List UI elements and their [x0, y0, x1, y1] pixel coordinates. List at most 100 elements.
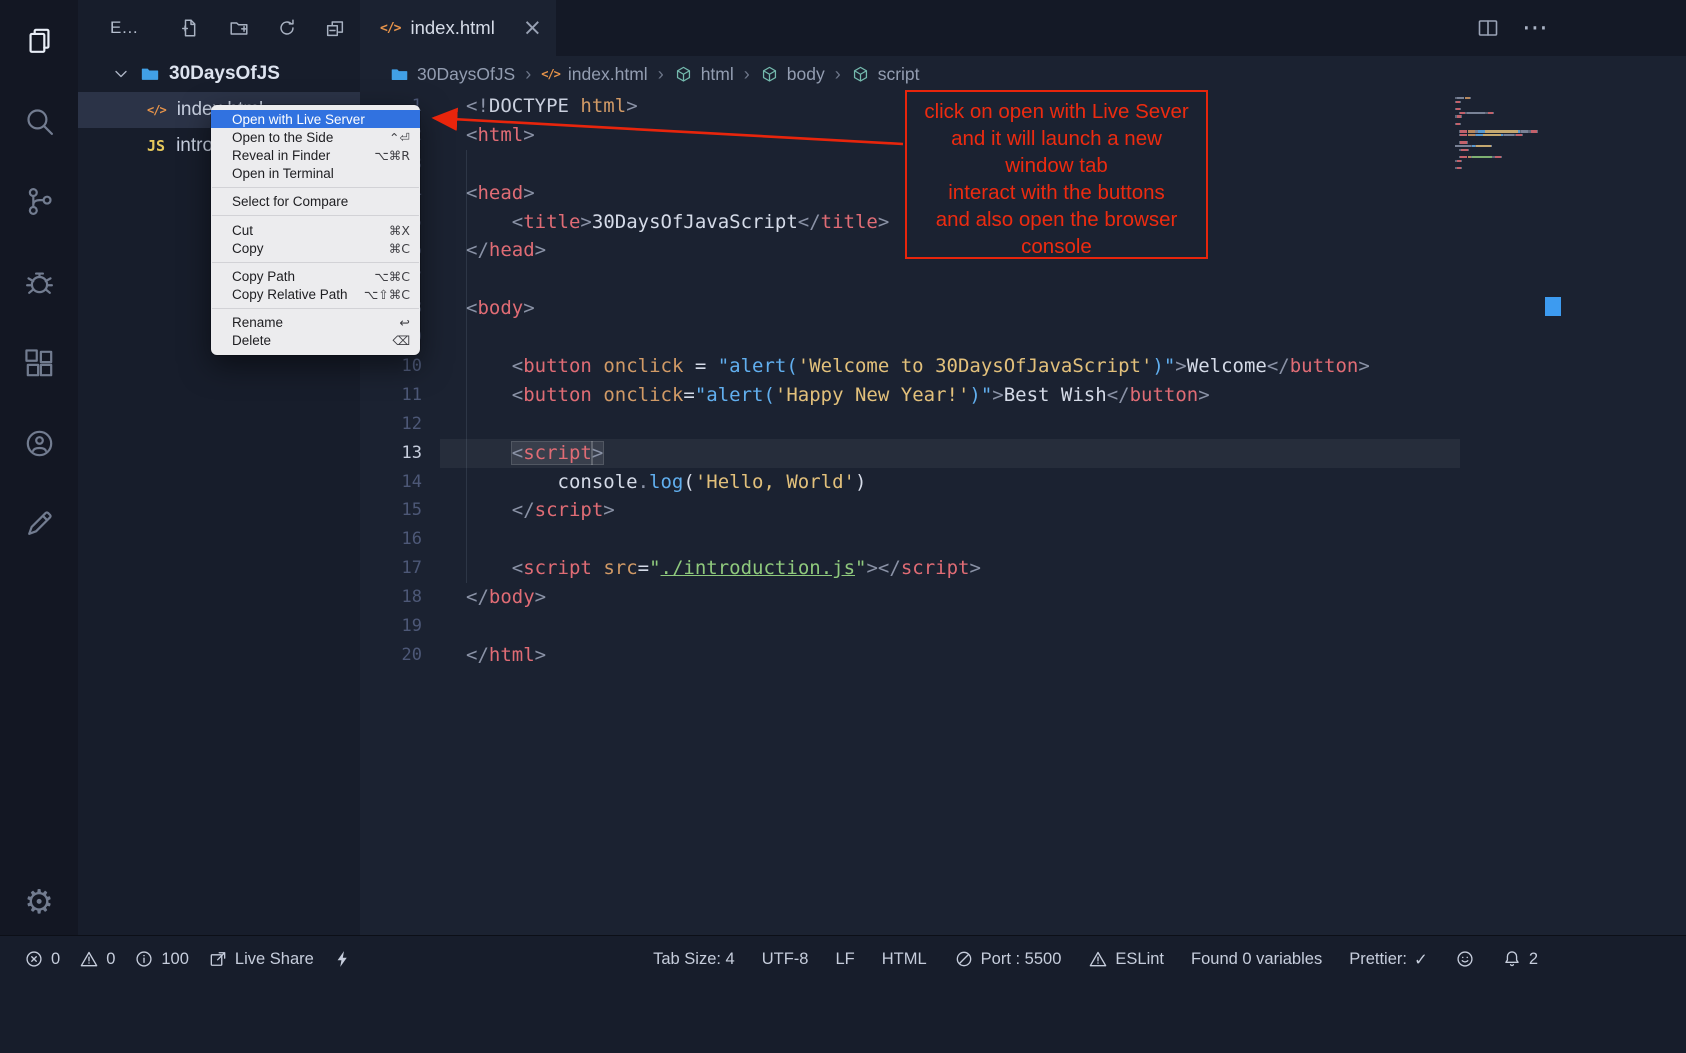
menu-item-label: Rename — [232, 315, 283, 330]
code-line-content[interactable]: </body> — [440, 583, 1460, 612]
menu-item-delete[interactable]: Delete⌫ — [211, 332, 420, 350]
menu-item-shortcut: ⌘X — [389, 223, 410, 238]
more-actions-icon[interactable]: ⋯ — [1522, 23, 1548, 33]
error-icon — [24, 949, 44, 969]
code-line-content[interactable] — [440, 410, 1460, 439]
port-icon — [954, 949, 974, 969]
activity-live-share-icon[interactable] — [20, 424, 58, 462]
line-number: 16 — [360, 525, 440, 554]
folder-icon — [140, 64, 160, 84]
activity-explorer-icon[interactable] — [20, 22, 58, 60]
line-number: 14 — [360, 468, 440, 497]
collapse-folders-icon[interactable] — [324, 17, 346, 39]
new-file-icon[interactable] — [180, 17, 202, 39]
status-smiley[interactable] — [1455, 949, 1475, 969]
status-label: ESLint — [1115, 950, 1164, 969]
menu-item-shortcut: ⌥⌘C — [374, 269, 410, 284]
status-live-share[interactable]: Live Share — [208, 949, 314, 969]
breadcrumb-html[interactable]: html — [674, 64, 734, 85]
context-menu: Open with Live ServerOpen to the Side⌃⏎R… — [211, 105, 420, 355]
menu-separator — [212, 308, 419, 309]
minimap[interactable] — [1455, 97, 1550, 171]
status-100[interactable]: 100 — [134, 949, 189, 969]
html-file-icon: </> — [147, 103, 166, 117]
breadcrumb-separator: › — [835, 64, 841, 85]
annotation-box: click on open with Live Severand it will… — [905, 90, 1208, 259]
status-0[interactable]: 0 — [24, 949, 60, 969]
code-line-content[interactable] — [440, 323, 1460, 352]
menu-item-copy[interactable]: Copy⌘C — [211, 239, 420, 257]
menu-item-open-to-the-side[interactable]: Open to the Side⌃⏎ — [211, 128, 420, 146]
split-editor-icon[interactable] — [1476, 16, 1500, 40]
refresh-explorer-icon[interactable] — [276, 17, 298, 39]
close-icon[interactable]: × — [523, 17, 542, 40]
status-lightning[interactable] — [333, 949, 353, 969]
code-line: 12 — [360, 410, 1686, 439]
status-tab-size-4[interactable]: Tab Size: 4 — [653, 950, 735, 969]
menu-item-copy-path[interactable]: Copy Path⌥⌘C — [211, 267, 420, 285]
status-label: 0 — [51, 950, 60, 969]
menu-item-shortcut: ⌥⇧⌘C — [364, 287, 410, 302]
breadcrumb-30daysofjs[interactable]: 30DaysOfJS — [390, 64, 515, 85]
line-number: 15 — [360, 496, 440, 525]
status-label: Prettier: — [1349, 950, 1407, 969]
code-line-content[interactable] — [440, 525, 1460, 554]
code-line-content[interactable] — [440, 265, 1460, 294]
line-number: 10 — [360, 352, 440, 381]
code-line-content[interactable]: <script src="./introduction.js"></script… — [440, 554, 1460, 583]
menu-item-reveal-in-finder[interactable]: Reveal in Finder⌥⌘R — [211, 146, 420, 164]
code-line-content[interactable]: </script> — [440, 496, 1460, 525]
overview-ruler-marker[interactable] — [1545, 297, 1561, 316]
code-line-content[interactable]: </html> — [440, 641, 1460, 670]
tab-index-html[interactable]: </> index.html × — [360, 0, 556, 56]
activity-settings-icon[interactable]: ⚙ — [20, 882, 58, 920]
explorer-actions — [180, 17, 346, 39]
code-line-content[interactable]: <body> — [440, 294, 1460, 323]
menu-item-open-with-live-server[interactable]: Open with Live Server — [211, 110, 420, 128]
new-folder-icon[interactable] — [228, 17, 250, 39]
status-label: 0 — [106, 950, 115, 969]
lightning-icon — [333, 949, 353, 969]
code-line: 17 <script src="./introduction.js"></scr… — [360, 554, 1686, 583]
breadcrumb-index-html[interactable]: </>index.html — [541, 64, 647, 85]
breadcrumb-body[interactable]: body — [760, 64, 825, 85]
status-utf-8[interactable]: UTF-8 — [762, 950, 809, 969]
status-eslint[interactable]: ESLint — [1088, 949, 1164, 969]
status-found-0-variables[interactable]: Found 0 variables — [1191, 950, 1322, 969]
activity-feedback-icon[interactable] — [20, 504, 58, 542]
activity-bar: ⚙ — [0, 0, 78, 935]
line-number: 17 — [360, 554, 440, 583]
activity-run-and-debug-icon[interactable] — [20, 263, 58, 301]
editor-actions: ⋯ — [1476, 0, 1548, 56]
code-line-content[interactable]: console.log('Hello, World') — [440, 468, 1460, 497]
menu-item-copy-relative-path[interactable]: Copy Relative Path⌥⇧⌘C — [211, 286, 420, 304]
menu-item-select-for-compare[interactable]: Select for Compare — [211, 193, 420, 211]
activity-extensions-icon[interactable] — [20, 344, 58, 382]
status-port-5500[interactable]: Port : 5500 — [954, 949, 1062, 969]
status-prettier[interactable]: Prettier:✓ — [1349, 950, 1428, 969]
code-line: 14 console.log('Hello, World') — [360, 468, 1686, 497]
code-line: 7 — [360, 265, 1686, 294]
menu-item-rename[interactable]: Rename↩ — [211, 314, 420, 332]
breadcrumb-label: body — [787, 64, 825, 85]
menu-item-shortcut: ⌫ — [392, 333, 410, 348]
code-line-content[interactable]: <button onclick="alert('Happy New Year!'… — [440, 381, 1460, 410]
menu-item-label: Reveal in Finder — [232, 148, 330, 163]
folder-icon — [390, 65, 409, 84]
activity-search-icon[interactable] — [20, 102, 58, 140]
activity-source-control-icon[interactable] — [20, 182, 58, 220]
code-line-content[interactable] — [440, 612, 1460, 641]
breadcrumb-script[interactable]: script — [851, 64, 920, 85]
menu-item-open-in-terminal[interactable]: Open in Terminal — [211, 165, 420, 183]
code-line-content[interactable]: <button onclick = "alert('Welcome to 30D… — [440, 352, 1460, 381]
status-0[interactable]: 0 — [79, 949, 115, 969]
code-line-content[interactable]: <script> — [440, 439, 1460, 468]
status-2[interactable]: 2 — [1502, 949, 1538, 969]
warning-icon — [1088, 949, 1108, 969]
status-lf[interactable]: LF — [835, 950, 854, 969]
menu-item-cut[interactable]: Cut⌘X — [211, 221, 420, 239]
folder-root-30daysofjs[interactable]: 30DaysOfJS — [78, 56, 360, 92]
line-number: 18 — [360, 583, 440, 612]
status-html[interactable]: HTML — [882, 950, 927, 969]
status-label: 2 — [1529, 950, 1538, 969]
